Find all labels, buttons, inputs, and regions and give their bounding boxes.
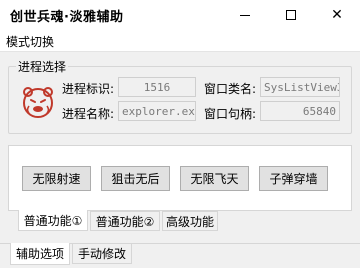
unlimited-fly-button[interactable]: 无限飞天 [180,166,249,191]
close-icon: ✕ [331,7,343,23]
tab-advanced[interactable]: 高级功能 [162,211,218,231]
tab-assist-options[interactable]: 辅助选项 [10,243,70,265]
menu-bar: 模式切换 [0,30,360,52]
bear-avatar-icon [23,87,53,118]
window-class-field[interactable]: SysListView32 [260,77,340,97]
pid-label: 进程标识: [62,82,115,96]
close-button[interactable]: ✕ [314,0,360,30]
bullet-penetrate-button[interactable]: 子弹穿墙 [259,166,328,191]
process-name-field[interactable]: explorer.exe [118,101,196,121]
maximize-icon [286,10,296,20]
process-name-label: 进程名称: [62,107,115,121]
window-title: 创世兵魂·淡雅辅助 [10,10,124,25]
window-handle-field[interactable]: 65840 [260,101,340,121]
window-class-label: 窗口类名: [204,82,257,96]
main-window: 创世兵魂·淡雅辅助 ✕ 模式切换 进程选择 进程标识: 1516 进程名称: e… [0,0,360,268]
process-group-legend: 进程选择 [16,58,69,75]
title-bar[interactable]: 创世兵魂·淡雅辅助 ✕ [0,0,360,30]
minimize-icon [240,14,250,16]
window-handle-label: 窗口句柄: [204,107,257,121]
sniper-no-recoil-button[interactable]: 狙击无后 [101,166,170,191]
tab-normal-2[interactable]: 普通功能② [90,211,160,231]
menu-mode-switch[interactable]: 模式切换 [6,33,54,50]
minimize-button[interactable] [222,0,268,30]
pid-field[interactable]: 1516 [118,77,196,97]
unlimited-fire-button[interactable]: 无限射速 [22,166,91,191]
tab-manual-edit[interactable]: 手动修改 [72,243,132,264]
maximize-button[interactable] [268,0,314,30]
tab-normal-1[interactable]: 普通功能① [18,210,88,231]
